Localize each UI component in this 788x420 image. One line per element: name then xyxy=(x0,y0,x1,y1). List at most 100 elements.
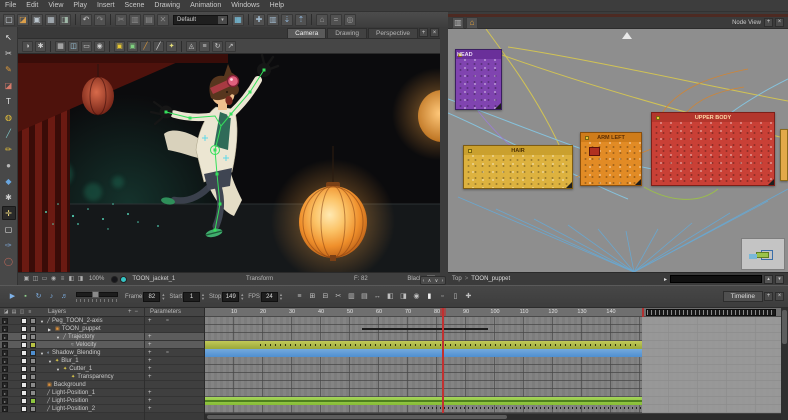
menu-play[interactable]: Play xyxy=(68,2,92,9)
menu-drawing[interactable]: Drawing xyxy=(149,2,185,9)
menu-animation[interactable]: Animation xyxy=(185,2,226,9)
split-up-icon[interactable]: ∧ xyxy=(428,278,432,284)
expand-arrow-icon[interactable]: ▼ xyxy=(40,319,45,324)
node-view-minimap[interactable] xyxy=(741,238,785,270)
open-scene-icon[interactable]: ◪ xyxy=(17,14,29,26)
loop-button[interactable]: ↻ xyxy=(33,291,44,302)
lock-green-icon[interactable]: ▣ xyxy=(127,41,138,52)
layer-enable-checkbox[interactable] xyxy=(21,406,27,412)
split-cells-icon[interactable]: ✂ xyxy=(333,291,344,302)
thumbnail-icon[interactable]: ▣ xyxy=(22,275,31,284)
layer-data-view-button[interactable]: ▸ xyxy=(2,382,8,388)
outline-cell-icon[interactable]: ▯ xyxy=(450,291,461,302)
mask-icon[interactable]: ▭ xyxy=(40,275,49,284)
home-icon[interactable]: ⌂ xyxy=(466,17,478,29)
pane-splitter-controls[interactable]: ‹ ∧ ∨ › xyxy=(420,276,446,285)
layer-color-swatch[interactable] xyxy=(30,382,36,388)
save-all-icon[interactable]: ▦ xyxy=(45,14,57,26)
playhead[interactable] xyxy=(442,308,444,413)
vertical-scrollbar[interactable] xyxy=(781,308,788,420)
outline-icon[interactable]: ◉ xyxy=(49,275,58,284)
fps-value[interactable]: 24 xyxy=(261,292,278,302)
show-parameters-button[interactable]: + xyxy=(148,317,152,325)
send-backward-icon[interactable]: ⇣ xyxy=(281,14,293,26)
layer-data-view-button[interactable]: ▸ xyxy=(2,358,8,364)
start-field[interactable]: Start 1 ▲▼ xyxy=(169,292,205,302)
layer-row-cutter_1[interactable]: ▸▼✦Cutter_1+ xyxy=(0,365,204,373)
layer-data-view-button[interactable]: ▸ xyxy=(2,350,8,356)
menu-edit[interactable]: Edit xyxy=(21,2,43,9)
layer-enable-checkbox[interactable] xyxy=(21,382,27,388)
layer-color-swatch[interactable] xyxy=(30,374,36,380)
dot-toggle-icon[interactable]: ▫ xyxy=(437,291,448,302)
dropper-tool[interactable]: ◆ xyxy=(2,174,16,188)
layer-data-view-button[interactable]: ▸ xyxy=(2,326,8,332)
layer-row-peg_toon_2-axis[interactable]: ▸▼╱Peg_TOON_2-axis+= xyxy=(0,317,204,325)
reset-zoom-icon[interactable]: ↻ xyxy=(212,41,223,52)
lines-icon[interactable]: ≡ xyxy=(58,275,67,284)
duplicate-drawing-icon[interactable]: ▥ xyxy=(267,14,279,26)
sound-scrub-button[interactable]: ♬ xyxy=(59,291,70,302)
breadcrumb-current[interactable]: TOON_puppet xyxy=(471,276,510,282)
brush-tool[interactable]: ✎ xyxy=(2,62,16,76)
ease-in-icon[interactable]: ◧ xyxy=(385,291,396,302)
tab-drawing[interactable]: Drawing xyxy=(327,28,367,38)
layer-color-swatch[interactable] xyxy=(30,342,36,348)
layer-color-swatch[interactable] xyxy=(30,326,36,332)
layer-enable-checkbox[interactable] xyxy=(21,326,27,332)
close-view-button[interactable]: × xyxy=(775,292,784,301)
layer-color-swatch[interactable] xyxy=(30,318,36,324)
expand-arrow-icon[interactable]: ▼ xyxy=(56,367,61,372)
breadcrumb-root[interactable]: Top xyxy=(452,276,462,282)
layer-data-view-button[interactable]: ▸ xyxy=(2,390,8,396)
undo-icon[interactable]: ↶ xyxy=(80,14,92,26)
expand-arrow-icon[interactable]: ▼ xyxy=(56,335,61,340)
layer-row-light-position_2[interactable]: ▸╱Light-Position_2+ xyxy=(0,405,204,413)
layer-enable-checkbox[interactable] xyxy=(21,374,27,380)
tab-timeline[interactable]: Timeline xyxy=(723,291,763,302)
layer-row-toon_puppet[interactable]: ▸▶▣TOON_puppet xyxy=(0,325,204,333)
nav-down-button[interactable]: ▾ xyxy=(775,275,784,284)
add-view-button[interactable]: + xyxy=(764,292,773,301)
new-scene-icon[interactable]: ▢ xyxy=(3,14,15,26)
node-upper-body[interactable]: UPPER BODY xyxy=(651,112,775,186)
node-clipped-right[interactable] xyxy=(780,129,788,181)
layer-data-view-button[interactable]: ▸ xyxy=(2,398,8,404)
menu-scene[interactable]: Scene xyxy=(120,2,150,9)
stamp-tool[interactable]: ● xyxy=(2,158,16,172)
layer-row-shadow_blending[interactable]: ▸▼◐Shadow_Blending+= xyxy=(0,349,204,357)
show-functions-icon[interactable]: ▤ xyxy=(10,308,18,316)
expand-icon[interactable]: ↗ xyxy=(225,41,236,52)
paint-tool[interactable]: ◍ xyxy=(2,110,16,124)
layer-row-background[interactable]: ▸▣Background xyxy=(0,381,204,389)
menu-help[interactable]: Help xyxy=(265,2,289,9)
layer-enable-checkbox[interactable] xyxy=(21,342,27,348)
layer-data-view-button[interactable]: ▸ xyxy=(2,342,8,348)
light-position-band[interactable] xyxy=(205,397,642,405)
select-tool[interactable]: ↖ xyxy=(2,30,16,44)
save-icon[interactable]: ▣ xyxy=(31,14,43,26)
layer-row-trajectory[interactable]: ▸▼╱Trajectory+ xyxy=(0,333,204,341)
light-table-icon[interactable]: ✦ xyxy=(166,41,177,52)
node-head[interactable]: HEAD xyxy=(455,49,502,110)
fps-stepper[interactable]: ▲▼ xyxy=(279,293,283,299)
toggle-list-icon[interactable]: ≡ xyxy=(26,308,34,316)
camera-viewport[interactable] xyxy=(18,54,440,272)
import-images-icon[interactable]: ◨ xyxy=(59,14,71,26)
layer-color-swatch[interactable] xyxy=(30,398,36,404)
show-parameters-button[interactable]: + xyxy=(148,389,152,397)
text-tool[interactable]: T xyxy=(2,94,16,108)
apply-tool-icon[interactable]: = xyxy=(330,14,342,26)
split-right-icon[interactable]: › xyxy=(442,278,444,284)
frame-stepper[interactable]: ▲▼ xyxy=(161,293,165,299)
keyframe-segment[interactable] xyxy=(362,328,488,330)
reset-view-icon[interactable]: ⌂ xyxy=(316,14,328,26)
add-remove-layer-buttons[interactable]: +− xyxy=(128,309,141,315)
camera-mask-icon[interactable]: ▭ xyxy=(81,41,92,52)
start-value[interactable]: 1 xyxy=(183,292,200,302)
stop-button[interactable]: ▪ xyxy=(20,291,31,302)
nav-up-button[interactable]: ▴ xyxy=(764,275,773,284)
transform-tool[interactable]: ✛ xyxy=(2,206,16,220)
ease-out-icon[interactable]: ◨ xyxy=(398,291,409,302)
add-keyframe-icon[interactable]: ⊞ xyxy=(307,291,318,302)
